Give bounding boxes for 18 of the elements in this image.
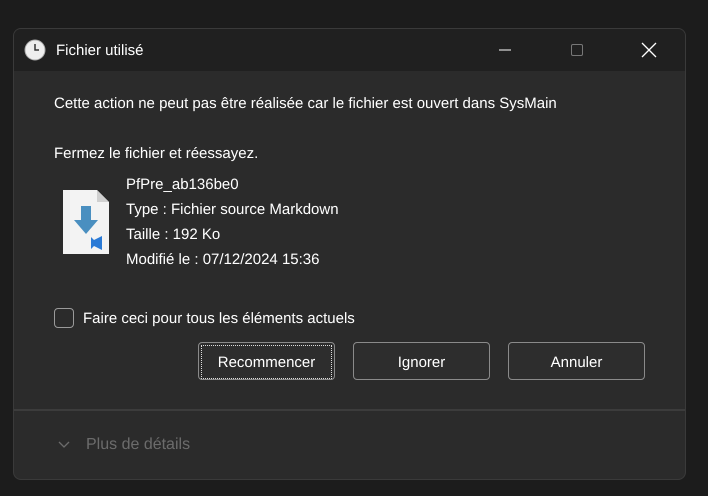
dialog-button[interactable]: Annuler [508,342,645,380]
window-title: Fichier utilisé [56,42,144,58]
maximize-icon [570,43,584,57]
checkbox[interactable] [54,308,74,328]
clock-icon [24,39,46,61]
checkbox-label: Faire ceci pour tous les éléments actuels [83,310,355,326]
dialog-button[interactable]: Recommencer [198,342,335,380]
file-name: PfPre_ab136be0 [126,175,240,195]
chevron-icon [58,441,70,449]
instruction-text: Fermez le fichier et réessayez. [54,145,260,162]
minimize-icon [499,49,511,51]
close-icon [641,42,657,58]
file-icon [63,190,109,254]
file-detail: Taille : 192 Ko [126,225,222,245]
file-detail: Modifié le : 07/12/2024 15:36 [126,250,320,270]
file-detail: Type : Fichier source Markdown [126,200,339,220]
message-text: Cette action ne peut pas être réalisée car le fichier est ouvert dans SysMain [54,95,558,112]
dialog-button[interactable]: Ignorer [353,342,490,380]
